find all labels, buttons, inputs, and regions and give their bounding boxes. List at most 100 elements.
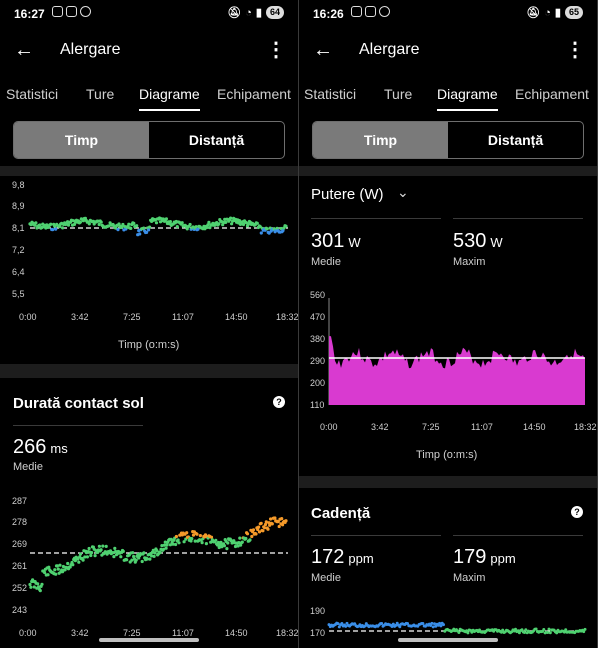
divider-line — [453, 218, 583, 219]
data-point — [185, 531, 189, 535]
data-point — [131, 551, 135, 555]
data-point — [164, 217, 168, 221]
toggle-time[interactable]: Timp — [313, 122, 448, 158]
right-screen: 16:26 🔕︎ ◔ ▮ 65 ← Alergare ⋮ Statistici … — [299, 0, 597, 648]
data-point — [51, 228, 55, 232]
x-tick: 0:00 — [19, 312, 37, 322]
arrow-left-icon[interactable]: ← — [313, 36, 333, 64]
more-vert-icon[interactable]: ⋮ — [565, 36, 585, 64]
data-point — [280, 517, 284, 521]
data-point — [164, 546, 168, 550]
data-point — [61, 226, 65, 230]
data-point — [261, 529, 265, 533]
screenshot-icon — [52, 6, 63, 17]
data-point — [165, 543, 169, 547]
toggle-distance[interactable]: Distanță — [448, 122, 583, 158]
data-point — [248, 538, 252, 542]
divider-line — [453, 535, 583, 536]
x-tick: 3:42 — [71, 628, 89, 638]
data-point — [284, 224, 288, 228]
tab-echipament[interactable]: Echipament — [515, 86, 589, 102]
help-icon[interactable]: ? — [273, 396, 285, 408]
tab-statistici[interactable]: Statistici — [304, 86, 356, 102]
cadence-max-label: Maxim — [453, 572, 486, 584]
data-point — [466, 631, 470, 635]
section-divider — [0, 166, 298, 176]
data-point — [89, 553, 93, 558]
gesture-bar[interactable] — [398, 638, 498, 642]
tab-statistici[interactable]: Statistici — [6, 86, 58, 102]
data-point — [127, 222, 131, 226]
toggle-distance[interactable]: Distanță — [149, 122, 284, 158]
data-point — [188, 222, 192, 227]
data-point — [28, 582, 32, 587]
data-point — [125, 558, 129, 562]
help-icon[interactable]: ? — [571, 506, 583, 518]
data-point — [174, 534, 178, 539]
notification-icons — [351, 6, 390, 17]
x-tick: 7:25 — [422, 422, 440, 432]
app-bar: ← Alergare ⋮ — [0, 34, 298, 66]
data-point — [113, 546, 117, 550]
data-point — [523, 631, 526, 634]
x-tick: 3:42 — [371, 422, 389, 432]
data-point — [265, 227, 269, 231]
tab-diagrame[interactable]: Diagrame — [437, 86, 498, 111]
data-point — [58, 563, 62, 567]
cadence-avg-label: Medie — [311, 572, 341, 584]
time-distance-toggle: Timp Distanță — [13, 121, 285, 159]
data-point — [200, 541, 204, 545]
data-point — [147, 228, 151, 232]
pace-chart-plot — [28, 216, 288, 237]
data-point — [112, 555, 116, 559]
screenshot-icon — [351, 6, 362, 17]
more-vert-icon[interactable]: ⋮ — [266, 36, 286, 64]
data-point — [257, 525, 261, 529]
screenshot-icon — [365, 6, 376, 17]
page-title: Alergare — [359, 41, 420, 58]
tab-echipament[interactable]: Echipament — [217, 86, 291, 102]
data-point — [442, 623, 445, 627]
data-point — [198, 534, 202, 538]
data-point — [38, 589, 42, 593]
chevron-down-icon[interactable]: ⌄ — [397, 184, 409, 201]
screenshot-icon — [66, 6, 77, 17]
x-tick: 7:25 — [123, 628, 141, 638]
section-divider — [299, 166, 597, 176]
data-point — [53, 568, 57, 572]
data-point — [142, 551, 146, 555]
data-point — [251, 528, 256, 532]
contact-unit: ms — [50, 441, 68, 456]
status-time: 16:26 — [313, 7, 344, 21]
tab-ture[interactable]: Ture — [384, 86, 412, 102]
battery-icon: 65 — [564, 6, 583, 19]
data-point — [116, 228, 120, 232]
status-bar: 16:26 🔕︎ ◔ ▮ 65 — [299, 0, 597, 28]
data-point — [87, 222, 91, 226]
toggle-time[interactable]: Timp — [14, 122, 149, 158]
contact-title: Durată contact sol — [13, 395, 144, 412]
power-avg-label: Medie — [311, 256, 341, 268]
tab-ture[interactable]: Ture — [86, 86, 114, 102]
data-point — [255, 221, 259, 225]
tab-diagrame[interactable]: Diagrame — [139, 86, 200, 111]
cadence-avg-unit: ppm — [348, 551, 374, 566]
data-point — [270, 522, 274, 526]
section-divider — [299, 476, 597, 488]
data-point — [49, 222, 53, 226]
data-point — [78, 220, 82, 224]
data-point — [99, 548, 103, 552]
data-point — [196, 227, 200, 231]
data-point — [208, 226, 212, 230]
data-point — [244, 536, 248, 541]
data-point — [87, 546, 91, 551]
x-tick: 18:32 — [276, 312, 298, 322]
gesture-bar[interactable] — [99, 638, 199, 642]
data-point — [81, 558, 85, 562]
x-tick: 0:00 — [19, 628, 37, 638]
system-icons: 🔕︎ ◔ ▮ 64 — [227, 6, 284, 19]
data-point — [93, 554, 97, 558]
data-point — [284, 519, 288, 523]
arrow-left-icon[interactable]: ← — [14, 36, 34, 64]
power-title[interactable]: Putere (W) — [311, 186, 384, 203]
